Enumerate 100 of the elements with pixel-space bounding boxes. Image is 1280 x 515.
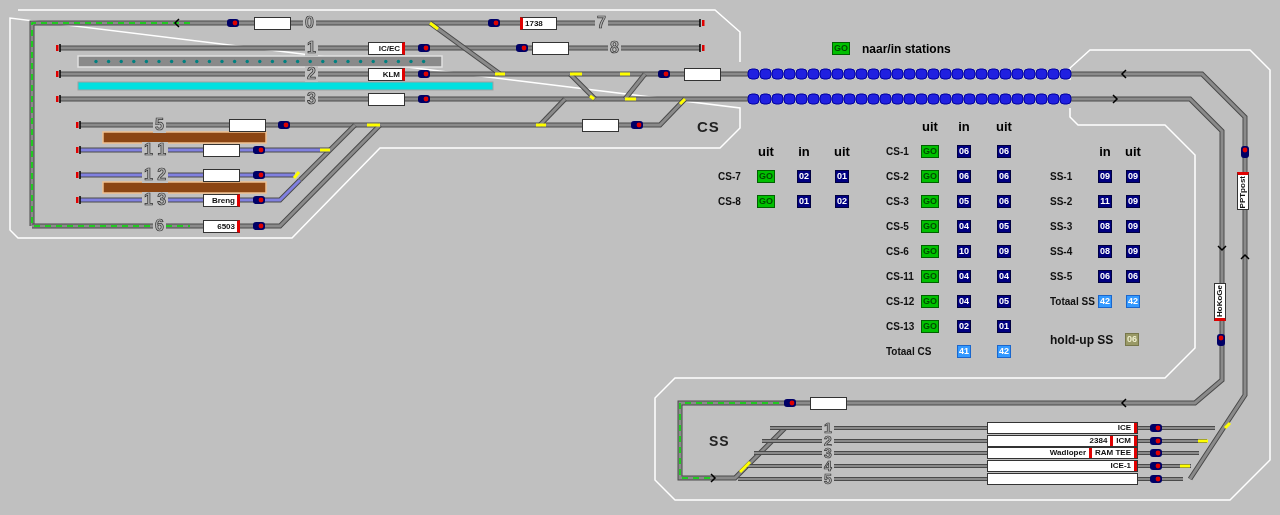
switch-mark	[495, 72, 505, 76]
column-header: in	[1099, 145, 1111, 158]
count-badge: GO	[921, 170, 939, 183]
switch-mark	[738, 460, 752, 474]
buffer-stop-icon	[699, 18, 705, 28]
count-badge: GO	[921, 270, 939, 283]
count-badge: 09	[1126, 170, 1140, 183]
count-badge: 10	[957, 245, 971, 258]
train-box: PPTpost	[1237, 172, 1249, 210]
row-label: SS-3	[1050, 221, 1074, 232]
count-badge: 09	[1126, 195, 1140, 208]
train-box: HoKoGe	[1214, 283, 1226, 321]
track-number: 3	[305, 91, 318, 107]
signal-icon	[227, 19, 239, 27]
column-header: in	[958, 120, 970, 133]
buffer-stop-icon	[76, 195, 81, 205]
count-badge: 06	[957, 145, 971, 158]
count-badge: 05	[957, 195, 971, 208]
count-badge: 09	[997, 245, 1011, 258]
buffer-stop-icon	[76, 170, 81, 180]
signal-icon	[253, 171, 265, 179]
row-label: Totaal CS	[886, 346, 933, 357]
buffer-stop-icon	[56, 94, 61, 104]
track-number: 2	[305, 66, 318, 82]
count-badge: 01	[797, 195, 811, 208]
track-number: 0	[303, 15, 316, 31]
count-badge: 11	[1098, 195, 1112, 208]
row-label: CS-2	[886, 171, 910, 182]
count-badge: GO	[921, 145, 939, 158]
count-badge: 01	[997, 320, 1011, 333]
signal-icon	[658, 70, 670, 78]
buffer-stop-icon	[56, 43, 61, 53]
switch-mark	[1198, 439, 1208, 443]
count-badge: GO	[921, 320, 939, 333]
buffer-stop-icon	[699, 43, 705, 53]
switch-mark	[1180, 464, 1190, 468]
switch-mark	[320, 148, 330, 152]
track-number: 6	[153, 218, 166, 234]
signal-icon	[516, 44, 528, 52]
count-badge: 42	[1126, 295, 1140, 308]
row-label: CS-13	[886, 321, 916, 332]
switch-mark	[1223, 421, 1232, 430]
signal-icon	[1150, 475, 1162, 483]
count-badge: GO	[921, 295, 939, 308]
count-badge: GO	[832, 42, 850, 55]
train-box: IC/EC	[368, 42, 405, 55]
switch-mark	[367, 123, 380, 127]
track-number: 1 3	[142, 192, 169, 208]
count-badge: 06	[997, 145, 1011, 158]
count-badge: 02	[797, 170, 811, 183]
signal-icon	[1150, 462, 1162, 470]
count-badge: 04	[957, 295, 971, 308]
switch-mark	[536, 123, 546, 127]
switch-mark	[678, 97, 687, 106]
count-badge: 02	[835, 195, 849, 208]
count-badge: 04	[997, 270, 1011, 283]
column-header: uit	[1125, 145, 1141, 158]
switch-mark	[620, 72, 630, 76]
count-badge: GO	[921, 220, 939, 233]
signal-icon	[1150, 437, 1162, 445]
count-badge: 06	[997, 195, 1011, 208]
row-label: SS-2	[1050, 196, 1074, 207]
track-number: 8	[608, 40, 621, 56]
row-label: SS-1	[1050, 171, 1074, 182]
signal-icon	[418, 44, 430, 52]
signal-icon	[631, 121, 643, 129]
signal-icon	[253, 222, 265, 230]
track-number: 1 2	[142, 167, 169, 183]
count-badge: 41	[957, 345, 971, 358]
signal-icon	[1241, 146, 1249, 158]
count-badge: 02	[957, 320, 971, 333]
track-number: 5	[822, 472, 834, 486]
row-label: hold-up SS	[1050, 333, 1115, 346]
train-box: KLM	[368, 68, 405, 81]
track-number: 1 1	[142, 142, 169, 158]
count-badge: 06	[1098, 270, 1112, 283]
row-label: SS-5	[1050, 271, 1074, 282]
row-label: CS-6	[886, 246, 910, 257]
signal-icon	[253, 146, 265, 154]
signal-icon	[1150, 424, 1162, 432]
count-badge: 09	[1126, 220, 1140, 233]
switch-mark	[292, 171, 301, 179]
column-header: uit	[922, 120, 938, 133]
count-badge: 04	[957, 270, 971, 283]
count-badge: GO	[921, 195, 939, 208]
switch-mark	[570, 72, 582, 76]
column-header: in	[798, 145, 810, 158]
switch-mark	[625, 97, 636, 101]
row-label: SS-4	[1050, 246, 1074, 257]
row-label: CS-1	[886, 146, 910, 157]
signal-icon	[784, 399, 796, 407]
legend-label: naar/in stations	[862, 42, 951, 55]
train-box: 6503	[203, 220, 240, 233]
count-badge: 01	[835, 170, 849, 183]
signal-icon	[253, 196, 265, 204]
column-header: uit	[758, 145, 774, 158]
count-badge: 05	[997, 295, 1011, 308]
track-number: 1	[305, 40, 318, 56]
signal-icon	[418, 95, 430, 103]
buffer-stop-icon	[76, 145, 81, 155]
